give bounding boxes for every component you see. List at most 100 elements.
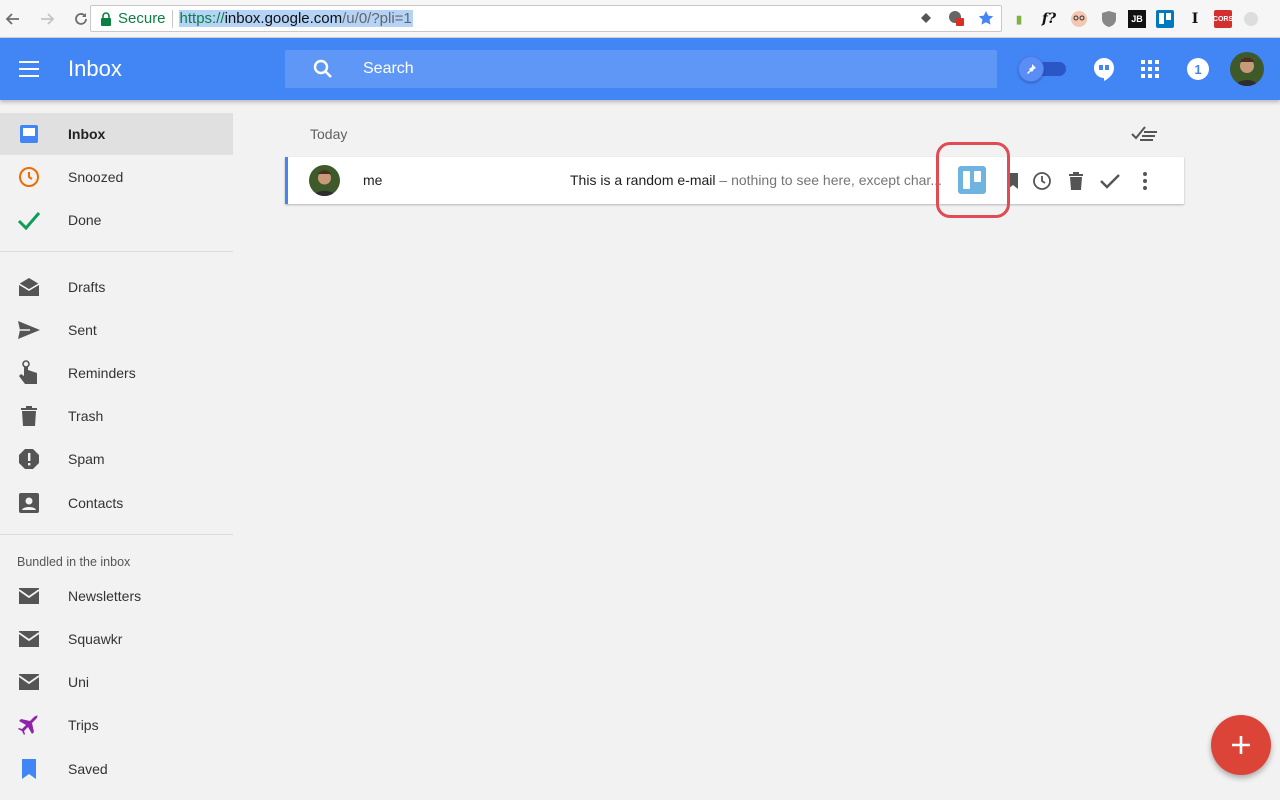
compose-button[interactable] bbox=[1211, 715, 1271, 775]
sidebar-item-label: Newsletters bbox=[68, 588, 142, 604]
inbox-icon bbox=[17, 122, 41, 146]
instapaper-extension[interactable]: I bbox=[1184, 8, 1206, 30]
sidebar-item-label: Uni bbox=[68, 674, 90, 690]
message-subject: This is a random e-mail bbox=[570, 172, 716, 188]
message-preview: This is a random e-mail – nothing to see… bbox=[570, 172, 950, 188]
reminder-icon bbox=[17, 360, 41, 385]
notification-badge[interactable]: 1 bbox=[1187, 58, 1209, 80]
formula-extension[interactable]: f? bbox=[1038, 8, 1060, 30]
sidebar-item-label: Reminders bbox=[68, 365, 136, 381]
sidebar-item-label: Trips bbox=[68, 717, 99, 733]
message-snippet: – nothing to see here, except char... bbox=[715, 172, 942, 188]
mail-icon bbox=[17, 584, 41, 608]
url-text[interactable]: https://inbox.google.com/u/0/?pli=1 bbox=[178, 10, 413, 27]
bundles-heading: Bundled in the inbox bbox=[17, 555, 131, 569]
sidebar-item-inbox[interactable]: Inbox bbox=[0, 113, 233, 155]
delete-button[interactable] bbox=[1063, 168, 1089, 194]
check-icon bbox=[17, 208, 41, 232]
sidebar-divider bbox=[0, 251, 233, 252]
trash-icon bbox=[1069, 172, 1083, 190]
sidebar-item-label: Contacts bbox=[68, 495, 124, 511]
more-options-button[interactable] bbox=[1132, 168, 1158, 194]
avatar[interactable] bbox=[1230, 52, 1264, 86]
mark-done-button[interactable] bbox=[1097, 168, 1123, 194]
evernote-icon[interactable]: ▮ bbox=[1008, 8, 1030, 30]
avatar bbox=[309, 165, 340, 196]
spam-icon bbox=[17, 447, 41, 471]
sidebar-item-done[interactable]: Done bbox=[0, 199, 233, 241]
reload-icon bbox=[75, 12, 87, 25]
menu-icon[interactable] bbox=[18, 58, 40, 80]
check-icon bbox=[1100, 174, 1120, 189]
sidebar-item-squawkr[interactable]: Squawkr bbox=[0, 618, 233, 660]
sidebar-item-uni[interactable]: Uni bbox=[0, 661, 233, 703]
sidebar-item-contacts[interactable]: Contacts bbox=[0, 482, 233, 524]
search-input[interactable]: Search bbox=[285, 50, 997, 88]
ext-icon[interactable] bbox=[1240, 8, 1262, 30]
secure-label: Secure bbox=[118, 10, 166, 27]
trash-icon bbox=[17, 404, 41, 428]
more-vert-icon bbox=[1143, 172, 1147, 190]
sidebar-item-label: Saved bbox=[68, 761, 108, 777]
cors-extension[interactable]: CORS bbox=[1213, 10, 1233, 28]
address-bar[interactable]: Secure https://inbox.google.com/u/0/?pli… bbox=[90, 5, 1002, 32]
search-placeholder: Search bbox=[363, 60, 414, 77]
clock-icon bbox=[1033, 172, 1051, 190]
plus-icon bbox=[1232, 736, 1250, 754]
pin-icon bbox=[1018, 56, 1044, 82]
pinned-toggle[interactable] bbox=[1018, 56, 1068, 82]
mail-icon bbox=[17, 670, 41, 694]
plane-icon bbox=[17, 713, 41, 737]
sidebar-item-label: Drafts bbox=[68, 279, 106, 295]
snooze-button[interactable] bbox=[1029, 168, 1055, 194]
sidebar-item-newsletters[interactable]: Newsletters bbox=[0, 575, 233, 617]
sidebar-item-spam[interactable]: Spam bbox=[0, 438, 233, 480]
sidebar-item-label: Spam bbox=[68, 451, 105, 467]
visibility-icon[interactable] bbox=[917, 9, 935, 27]
address-divider bbox=[171, 9, 173, 28]
trello-icon[interactable] bbox=[1154, 8, 1176, 30]
sidebar-item-trips[interactable]: Trips bbox=[0, 704, 233, 746]
jetbrains-extension[interactable]: JB bbox=[1128, 10, 1146, 28]
mail-icon bbox=[17, 627, 41, 651]
sidebar: Inbox Snoozed Done Drafts Sent Reminders bbox=[0, 100, 233, 800]
sidebar-item-label: Trash bbox=[68, 408, 104, 424]
page-title: Inbox bbox=[68, 56, 122, 81]
section-heading-today: Today bbox=[310, 126, 348, 142]
add-to-trello-button[interactable] bbox=[958, 166, 986, 194]
forward-button[interactable] bbox=[36, 8, 58, 30]
lock-icon bbox=[99, 11, 113, 26]
forward-arrow-icon bbox=[41, 12, 55, 25]
face-icon[interactable] bbox=[1068, 8, 1090, 30]
sidebar-item-trash[interactable]: Trash bbox=[0, 395, 233, 437]
extension-bar: ▮ f? JB I CORS bbox=[1008, 8, 1262, 30]
bookmark-icon bbox=[17, 757, 41, 781]
sidebar-item-saved[interactable]: Saved bbox=[0, 748, 233, 790]
url-scheme: https:// bbox=[179, 10, 225, 27]
apps-grid-icon[interactable] bbox=[1138, 57, 1162, 81]
url-host: inbox.google.com bbox=[224, 10, 343, 27]
message-sender: me bbox=[363, 172, 383, 188]
sidebar-item-label: Inbox bbox=[68, 126, 106, 142]
list-item[interactable]: me This is a random e-mail – nothing to … bbox=[285, 157, 1184, 204]
browser-toolbar: Secure https://inbox.google.com/u/0/?pli… bbox=[0, 0, 1280, 38]
url-path: /u/0/?pli=1 bbox=[342, 10, 412, 27]
app-header: Inbox Search 1 bbox=[0, 38, 1280, 100]
sidebar-item-label: Sent bbox=[68, 322, 97, 338]
sweep-done-icon[interactable] bbox=[1131, 123, 1159, 143]
drafts-icon bbox=[17, 275, 41, 299]
sidebar-item-label: Squawkr bbox=[68, 631, 123, 647]
sidebar-item-reminders[interactable]: Reminders bbox=[0, 352, 233, 394]
reload-button[interactable] bbox=[70, 8, 92, 30]
sidebar-item-label: Snoozed bbox=[68, 169, 124, 185]
sidebar-item-snoozed[interactable]: Snoozed bbox=[0, 156, 233, 198]
sidebar-item-drafts[interactable]: Drafts bbox=[0, 266, 233, 308]
sidebar-item-sent[interactable]: Sent bbox=[0, 309, 233, 351]
hangouts-icon[interactable] bbox=[1092, 57, 1116, 81]
clock-icon bbox=[17, 165, 41, 189]
ublock-icon[interactable] bbox=[1098, 8, 1120, 30]
bookmark-star-icon[interactable] bbox=[977, 9, 995, 27]
blocked-popup-icon[interactable] bbox=[947, 9, 965, 27]
search-icon bbox=[311, 57, 335, 86]
back-button[interactable] bbox=[2, 8, 24, 30]
